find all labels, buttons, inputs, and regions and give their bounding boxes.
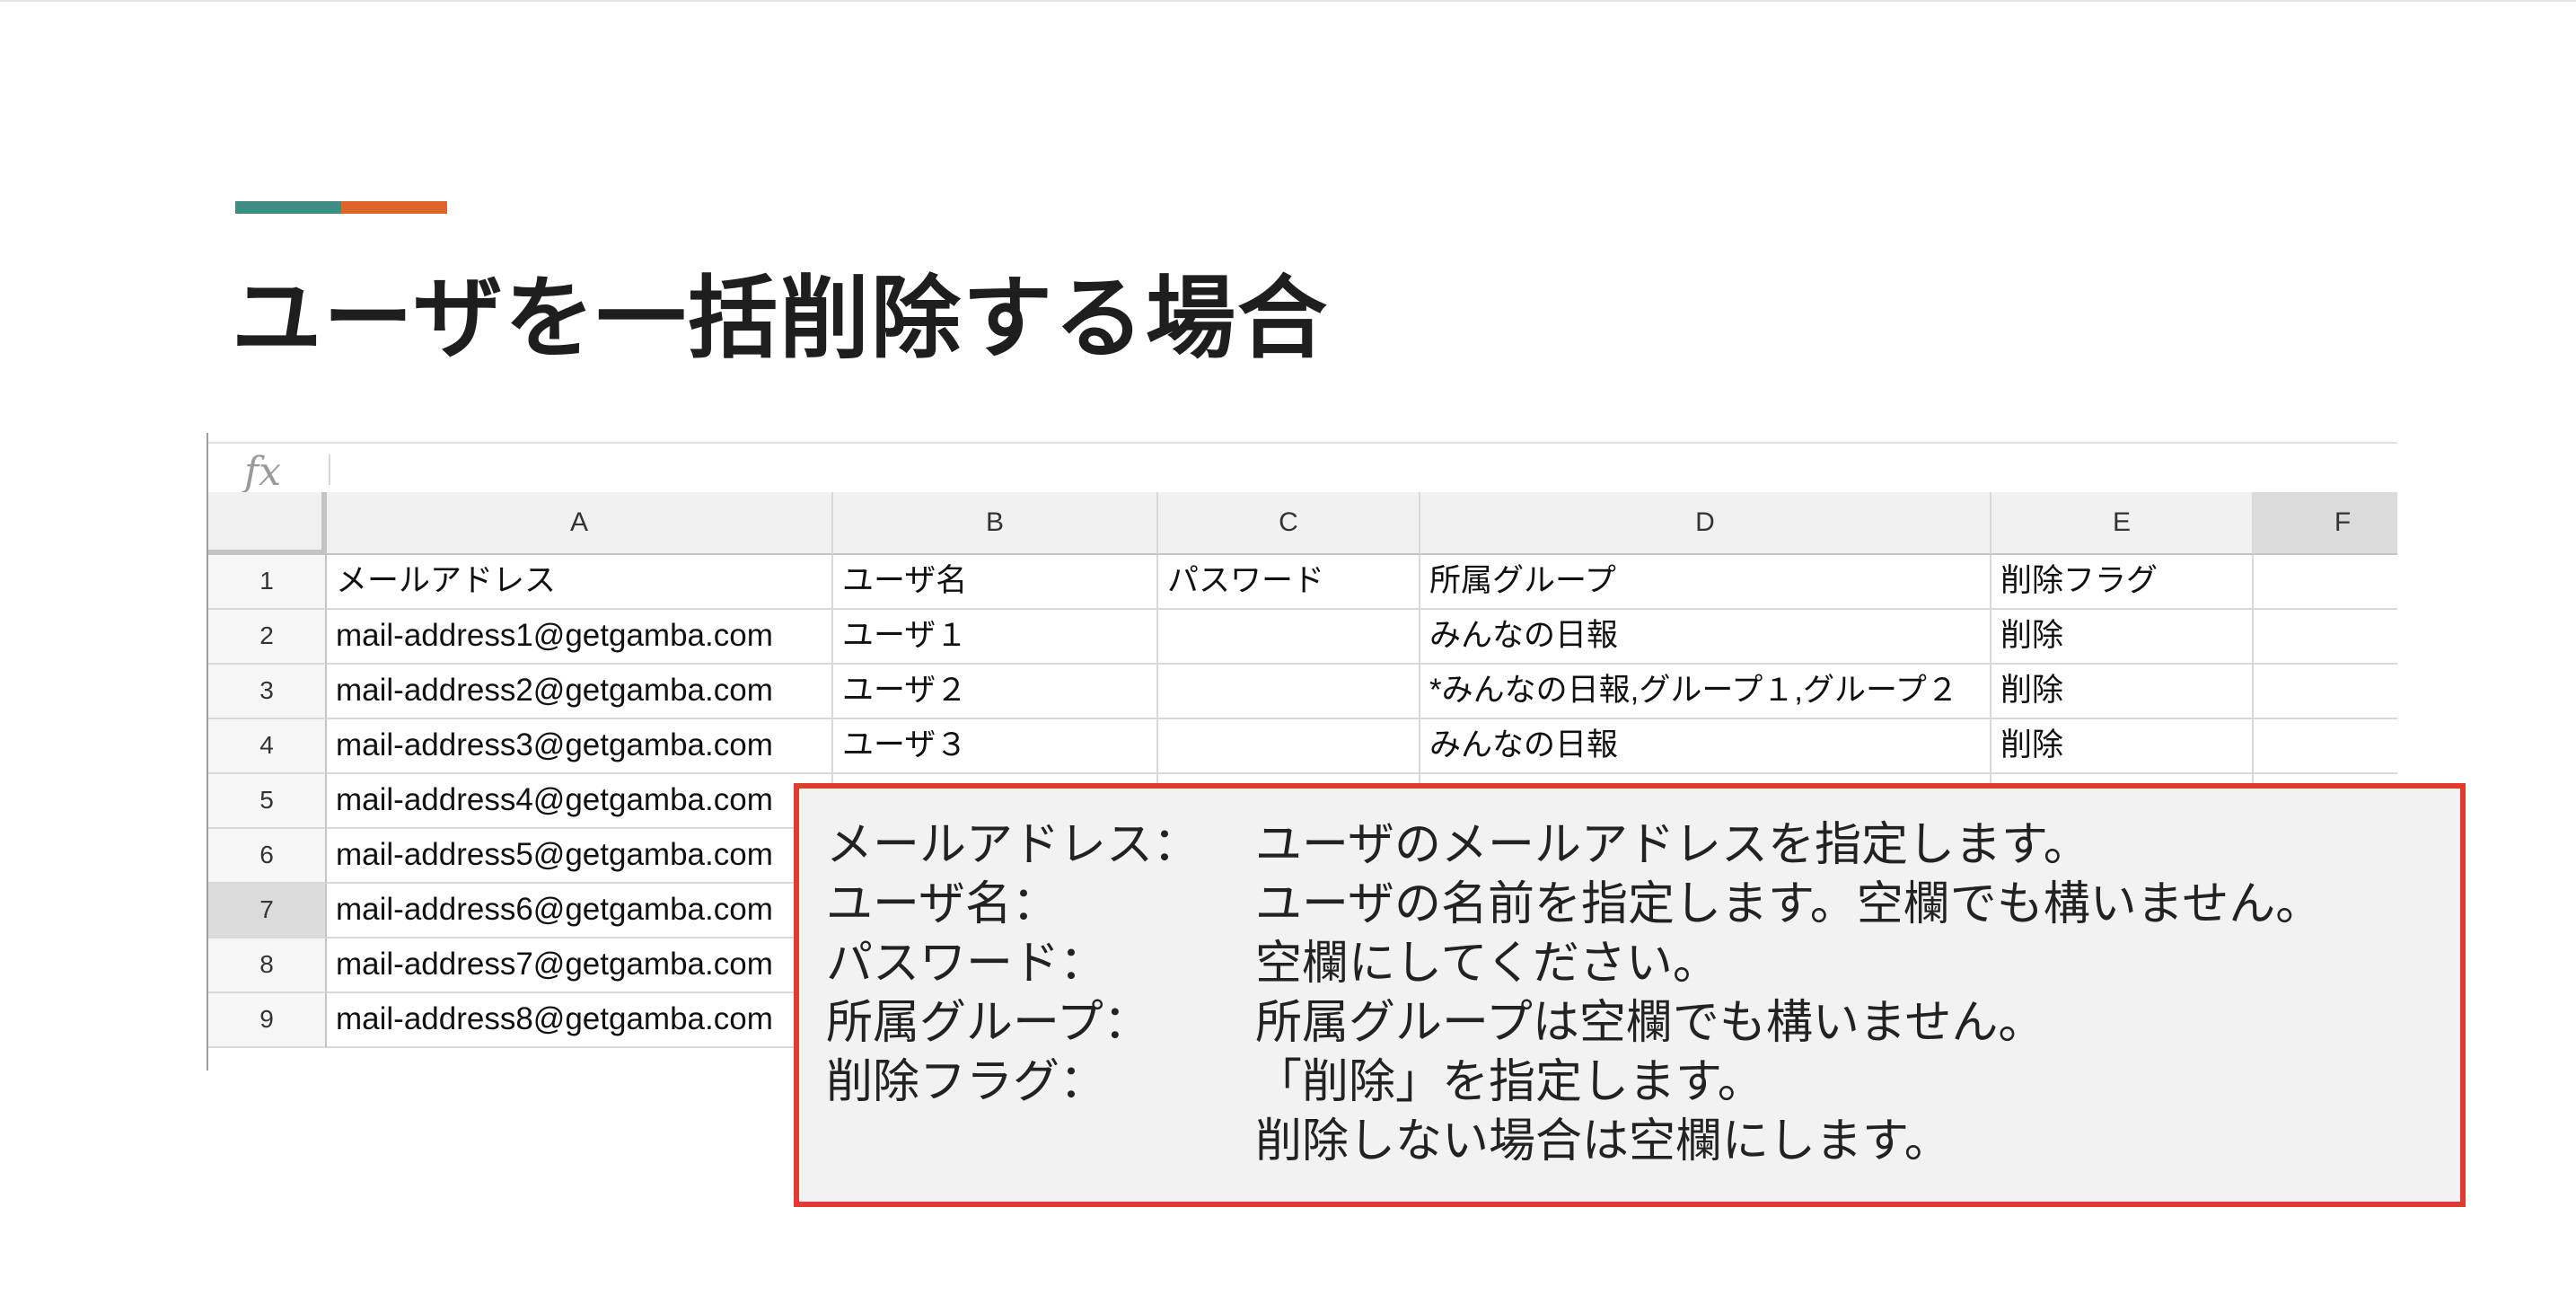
row-header[interactable]: 2 [208, 610, 327, 665]
sheet-cell[interactable]: mail-address8@getgamba.com [327, 993, 833, 1048]
sheet-cell[interactable]: 削除 [1991, 610, 2254, 665]
formula-bar-separator [329, 454, 330, 485]
top-divider [0, 0, 2576, 2]
row-header[interactable]: 8 [208, 938, 327, 993]
sheet-cell[interactable]: *みんなの日報,グループ１,グループ２ [1420, 665, 1991, 719]
row-header[interactable]: 1 [208, 555, 327, 610]
sheet-cell[interactable]: mail-address7@getgamba.com [327, 938, 833, 993]
row-header[interactable]: 5 [208, 774, 327, 829]
note-label: パスワード： [826, 937, 1107, 991]
note-text: ユーザのメールアドレスを指定します。 [1255, 818, 2090, 872]
row-header[interactable]: 6 [208, 829, 327, 884]
field-description-callout: メールアドレス： ユーザのメールアドレスを指定します。ユーザ名： ユーザの名前を指定… [794, 783, 2466, 1207]
slide-title: ユーザを一括削除する場合 [232, 266, 1329, 371]
column-header-d[interactable]: D [1420, 492, 1991, 555]
title-accent-orange [341, 201, 447, 214]
note-text: 削除しない場合は空欄にします。 [1255, 1115, 1951, 1168]
column-header-e[interactable]: E [1991, 492, 2254, 555]
sheet-cell[interactable]: mail-address3@getgamba.com [327, 719, 833, 774]
sheet-cell[interactable]: ユーザ２ [833, 665, 1158, 719]
note-label: ユーザ名： [826, 877, 1059, 931]
sheet-cell[interactable]: mail-address2@getgamba.com [327, 665, 833, 719]
sheet-cell[interactable]: mail-address6@getgamba.com [327, 884, 833, 938]
column-header-c[interactable]: C [1158, 492, 1420, 555]
sheet-cell[interactable] [2254, 610, 2397, 665]
sheet-cell[interactable] [2254, 665, 2397, 719]
sheet-cell[interactable] [1158, 719, 1420, 774]
note-label: 所属グループ： [826, 996, 1150, 1050]
title-accent-teal [235, 201, 341, 214]
sheet-cell[interactable]: みんなの日報 [1420, 719, 1991, 774]
sheet-cell[interactable]: ユーザ名 [833, 555, 1158, 610]
column-header-a[interactable]: A [327, 492, 833, 555]
row-header[interactable]: 3 [208, 665, 327, 719]
row-header[interactable]: 4 [208, 719, 327, 774]
sheet-cell[interactable]: ユーザ１ [833, 610, 1158, 665]
sheet-cell[interactable] [2254, 719, 2397, 774]
sheet-cell[interactable]: 削除フラグ [1991, 555, 2254, 610]
sheet-cell[interactable]: ユーザ３ [833, 719, 1158, 774]
select-all-corner[interactable] [208, 492, 327, 555]
row-header[interactable]: 7 [208, 884, 327, 938]
note-text: 空欄にしてください。 [1255, 937, 1719, 991]
sheet-cell[interactable]: mail-address4@getgamba.com [327, 774, 833, 829]
sheet-cell[interactable]: メールアドレス [327, 555, 833, 610]
formula-bar[interactable]: fx [208, 442, 2397, 495]
sheet-cell[interactable] [1158, 665, 1420, 719]
column-header-b[interactable]: B [833, 492, 1158, 555]
fx-icon: fx [244, 449, 282, 495]
column-header-f[interactable]: F [2254, 492, 2397, 555]
note-label: 削除フラグ： [826, 1055, 1107, 1109]
row-header[interactable]: 9 [208, 993, 327, 1048]
sheet-cell[interactable]: 削除 [1991, 719, 2254, 774]
sheet-cell[interactable]: mail-address5@getgamba.com [327, 829, 833, 884]
sheet-cell[interactable]: mail-address1@getgamba.com [327, 610, 833, 665]
sheet-cell[interactable] [2254, 555, 2397, 610]
sheet-cell[interactable]: 削除 [1991, 665, 2254, 719]
note-label: メールアドレス： [826, 818, 1200, 872]
sheet-cell[interactable]: パスワード [1158, 555, 1420, 610]
sheet-cell[interactable]: みんなの日報 [1420, 610, 1991, 665]
sheet-cell[interactable]: 所属グループ [1420, 555, 1991, 610]
note-text: 所属グループは空欄でも構いません。 [1255, 996, 2045, 1050]
note-text: 「削除」を指定します。 [1255, 1055, 1764, 1109]
sheet-cell[interactable] [1158, 610, 1420, 665]
note-text: ユーザの名前を指定します。空欄でも構いません。 [1255, 877, 2323, 931]
